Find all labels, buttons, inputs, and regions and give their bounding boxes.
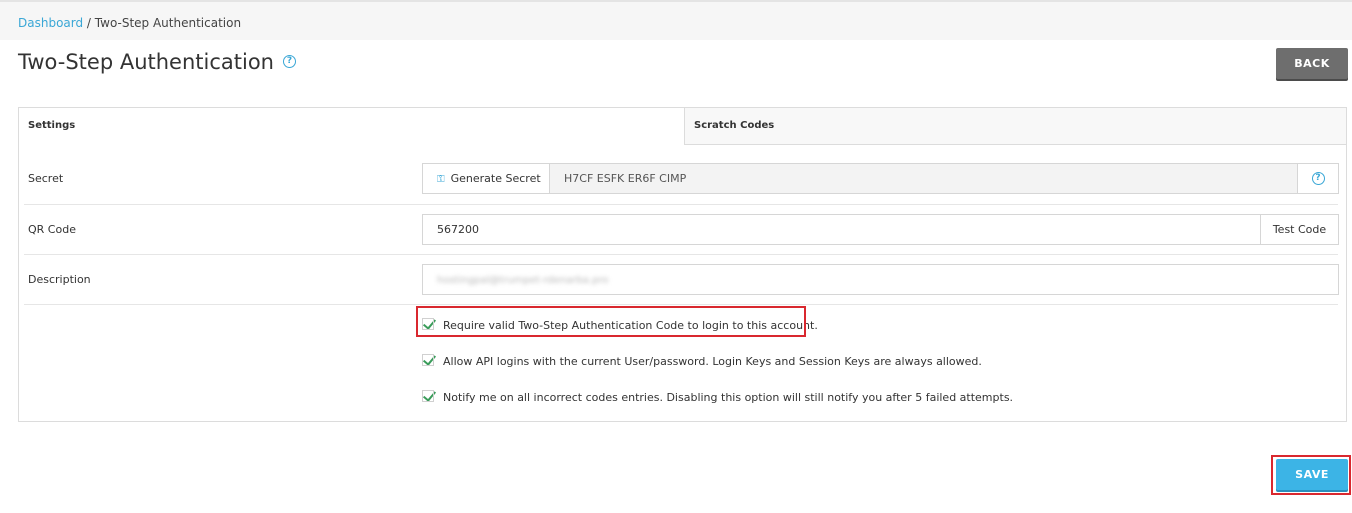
description-value: hostingpal@trumpet-rdenarba.pro <box>437 275 609 286</box>
generate-secret-label: Generate Secret <box>450 172 541 185</box>
notify-incorrect-codes-option[interactable]: Notify me on all incorrect codes entries… <box>422 389 1014 404</box>
row-divider <box>24 204 1338 205</box>
qr-code-field[interactable]: 567200 <box>423 215 1260 244</box>
secret-help-button[interactable]: ? <box>1298 164 1338 193</box>
checkbox-checked-icon[interactable] <box>422 354 435 366</box>
help-icon[interactable]: ? <box>283 54 296 68</box>
qr-code-label: QR Code <box>28 223 76 236</box>
breadcrumb-dashboard-link[interactable]: Dashboard <box>18 16 83 30</box>
secret-field: H7CF ESFK ER6F CIMP <box>550 164 1298 193</box>
test-code-button[interactable]: Test Code <box>1260 215 1338 244</box>
secret-input-group: ⚿ Generate Secret H7CF ESFK ER6F CIMP ? <box>422 163 1339 194</box>
breadcrumb-current: Two-Step Authentication <box>94 16 242 30</box>
top-bar: Dashboard / Two-Step Authentication <box>0 0 1352 40</box>
page-title-row: Two-Step Authentication? <box>18 50 296 74</box>
option-label: Notify me on all incorrect codes entries… <box>443 391 1014 404</box>
back-button[interactable]: BACK <box>1276 48 1348 79</box>
settings-panel: Settings Scratch Codes Secret ⚿ Generate … <box>18 107 1347 422</box>
row-divider <box>24 254 1338 255</box>
highlight-annotation <box>416 306 806 337</box>
key-icon: ⚿ <box>437 174 445 185</box>
allow-api-logins-option[interactable]: Allow API logins with the current User/p… <box>422 353 982 368</box>
page-title: Two-Step Authentication <box>18 50 274 74</box>
tab-scratch-codes[interactable]: Scratch Codes <box>684 108 1346 145</box>
row-divider <box>24 304 1338 305</box>
generate-secret-button[interactable]: ⚿ Generate Secret <box>423 164 550 193</box>
save-button[interactable]: SAVE <box>1276 459 1348 490</box>
tab-settings[interactable]: Settings <box>19 108 684 145</box>
qr-code-input-group: 567200 Test Code <box>422 214 1339 245</box>
secret-label: Secret <box>28 172 64 185</box>
breadcrumb-separator: / <box>83 16 95 30</box>
description-field[interactable]: hostingpal@trumpet-rdenarba.pro <box>422 264 1339 295</box>
description-label: Description <box>28 273 91 286</box>
option-label: Allow API logins with the current User/p… <box>443 355 982 368</box>
help-icon: ? <box>1311 171 1325 185</box>
breadcrumb: Dashboard / Two-Step Authentication <box>18 16 241 30</box>
checkbox-checked-icon[interactable] <box>422 390 435 402</box>
